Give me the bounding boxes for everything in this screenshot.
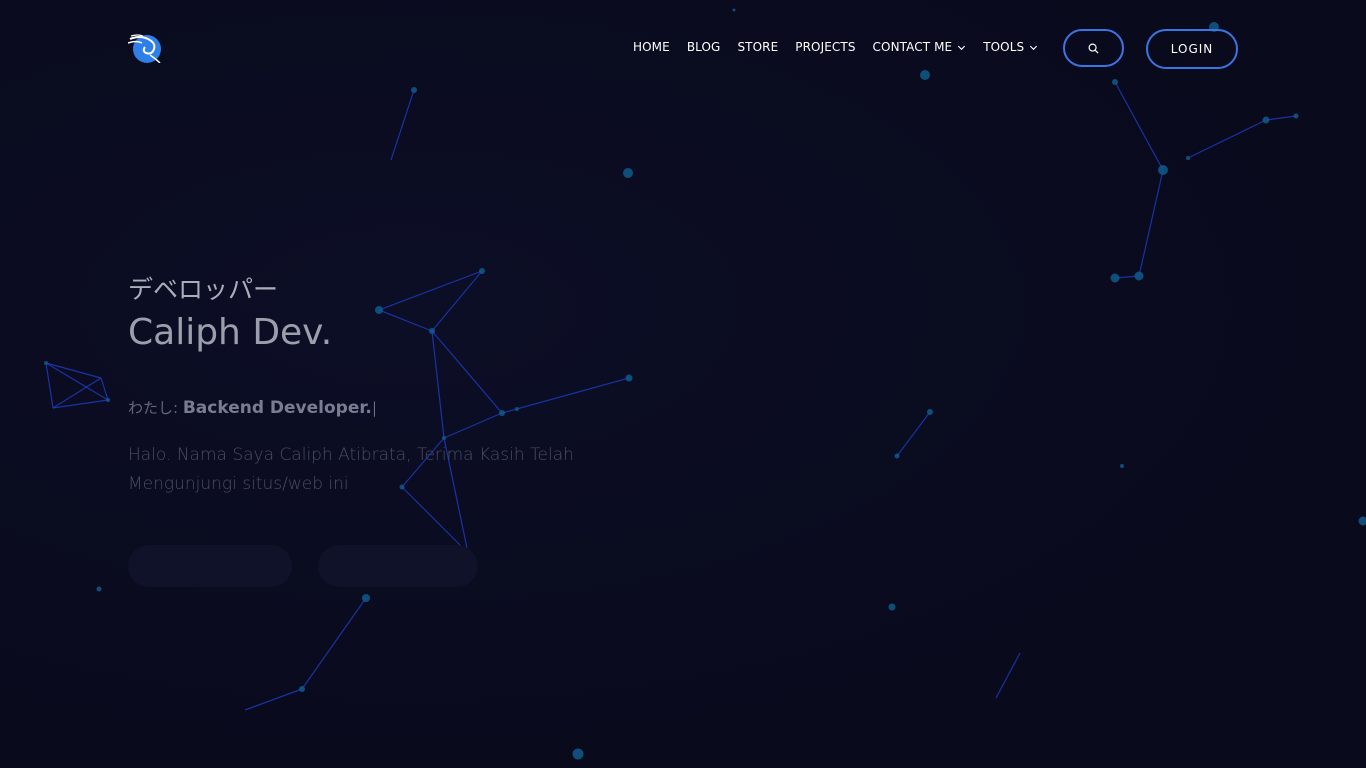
page: HOME BLOG STORE PROJECTS CONTACT ME TOOL… [0, 0, 1366, 768]
nav-home[interactable]: HOME [633, 40, 670, 54]
login-button[interactable]: LOGIN [1146, 29, 1238, 69]
hero-primary-button[interactable] [128, 545, 292, 587]
main-nav: HOME BLOG STORE PROJECTS CONTACT ME TOOL… [633, 40, 1038, 54]
hero-subtitle-jp: デベロッパー [128, 275, 279, 304]
role-prefix: わたし: [128, 399, 179, 417]
hero-title: Caliph Dev. [128, 312, 333, 353]
nav-home-label: HOME [633, 40, 670, 54]
hero-secondary-button[interactable] [318, 545, 478, 587]
site-logo[interactable] [127, 33, 162, 64]
hero-intro-text: Halo. Nama Saya Caliph Atibrata, Terima … [128, 445, 574, 494]
nav-projects[interactable]: PROJECTS [795, 40, 855, 54]
kali-dragon-icon [127, 34, 161, 64]
search-button[interactable] [1063, 29, 1124, 67]
particle-network-background [44, 8, 1366, 760]
nav-projects-label: PROJECTS [795, 40, 856, 54]
network-nodes [44, 8, 1366, 760]
nav-contact-me[interactable]: CONTACT ME [873, 40, 967, 54]
search-icon [1088, 43, 1099, 54]
nav-contact-me-label: CONTACT ME [872, 40, 953, 54]
chevron-down-icon [958, 45, 966, 50]
chevron-down-icon [1030, 45, 1038, 50]
role-typed-text: Backend Developer. [182, 398, 372, 418]
hero-role-line: わたし: Backend Developer.| [128, 397, 377, 418]
typing-cursor: | [371, 399, 377, 417]
nav-blog[interactable]: BLOG [687, 40, 721, 54]
nav-store[interactable]: STORE [737, 40, 778, 54]
nav-store-label: STORE [737, 40, 779, 54]
nav-tools-label: TOOLS [983, 40, 1025, 54]
nav-tools[interactable]: TOOLS [983, 40, 1038, 54]
nav-blog-label: BLOG [686, 40, 721, 54]
network-lines [45, 81, 1297, 711]
